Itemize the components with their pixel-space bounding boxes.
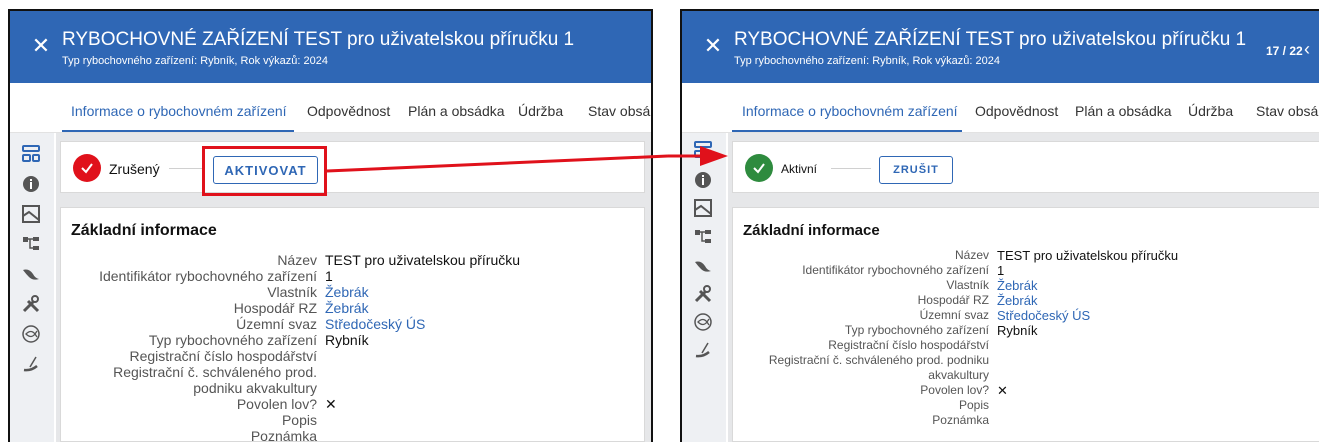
close-icon: ✕	[325, 396, 337, 412]
tab-stav-obsadky[interactable]: Stav obsá	[588, 103, 650, 119]
structure-icon[interactable]	[18, 233, 44, 255]
tab-bar: Informace o rybochovném zařízení Odpověd…	[10, 83, 651, 133]
check-icon	[73, 154, 101, 182]
info-row: Registrační číslo hospodářství	[828, 338, 989, 352]
hierarchy-icon[interactable]	[18, 143, 44, 165]
chevron-left-icon[interactable]: ‹	[1304, 39, 1310, 60]
detail-header: ✕ RYBOCHOVNÉ ZAŘÍZENÍ TEST pro uživatels…	[10, 11, 651, 83]
tab-odpovednost[interactable]: Odpovědnost	[975, 103, 1058, 119]
info-row: Hospodář RZ Žebrák	[917, 293, 1038, 308]
info-row: Vlastník Žebrák	[946, 278, 1038, 293]
bird-icon[interactable]	[18, 263, 44, 285]
tab-udrzba[interactable]: Údržba	[518, 103, 563, 119]
close-icon: ✕	[997, 383, 1008, 398]
tab-stav-obsadky[interactable]: Stav obsá	[1256, 103, 1318, 119]
info-row: Popis	[281, 412, 317, 428]
status-card: Aktivní ZRUŠIT	[732, 141, 1319, 193]
structure-icon[interactable]	[690, 226, 716, 248]
before-screenshot-panel: ✕ RYBOCHOVNÉ ZAŘÍZENÍ TEST pro uživatels…	[8, 9, 653, 442]
tab-plan-obsadka[interactable]: Plán a obsádka	[1075, 103, 1172, 119]
tab-informace[interactable]: Informace o rybochovném zařízení	[742, 103, 958, 119]
section-title: Základní informace	[743, 222, 880, 239]
tab-udrzba[interactable]: Údržba	[1188, 103, 1233, 119]
side-nav	[10, 133, 54, 442]
close-icon[interactable]: ✕	[702, 33, 724, 58]
status-label: Aktivní	[781, 162, 818, 176]
info-row: Název TEST pro uživatelskou příručku	[954, 248, 1179, 263]
basic-info-card: Základní informace Název TEST pro uživate…	[60, 207, 645, 442]
content-area: Zrušený AKTIVOVAT Základní informace Náz…	[56, 133, 651, 442]
tab-bar: Informace o rybochovném zařízení Odpověd…	[682, 83, 1319, 133]
info-row: Identifikátor rybochovného zařízení 1	[802, 263, 1005, 278]
info-row: Povolen lov? ✕	[236, 396, 337, 412]
info-row: Poznámka	[250, 428, 317, 442]
after-screenshot-panel: ✕ RYBOCHOVNÉ ZAŘÍZENÍ TEST pro uživatels…	[680, 9, 1319, 442]
basic-info-card: Základní informace Název TEST pro uživate…	[732, 207, 1319, 442]
status-divider	[831, 168, 871, 169]
page-subtitle: Typ rybochovného zařízení: Rybník, Rok v…	[62, 55, 328, 67]
fishing-icon[interactable]	[18, 353, 44, 375]
info-row: Identifikátor rybochovného zařízení 1	[99, 268, 333, 284]
close-icon[interactable]: ✕	[30, 33, 52, 58]
info-row: Registrační č. schváleného prod. podniku…	[768, 353, 989, 382]
side-nav	[682, 133, 726, 442]
callout-highlight	[202, 146, 327, 196]
map-icon[interactable]	[690, 197, 716, 219]
status-label: Zrušený	[109, 161, 160, 177]
fish-icon[interactable]	[18, 323, 44, 345]
owner-link[interactable]: Žebrák	[989, 278, 1037, 293]
info-row: Hospodář RZ Žebrák	[233, 300, 369, 316]
info-rows: Název TEST pro uživatelskou příručku Iden…	[737, 248, 1178, 428]
hierarchy-icon[interactable]	[690, 139, 716, 161]
info-rows: Název TEST pro uživatelskou příručku Iden…	[65, 252, 520, 442]
territorial-union-link[interactable]: Středočeský ÚS	[989, 308, 1090, 323]
status-divider	[169, 168, 205, 169]
info-row: Typ rybochovného zařízení Rybník	[148, 332, 369, 348]
info-row: Vlastník Žebrák	[267, 284, 369, 300]
info-row: Poznámka	[932, 413, 989, 427]
info-row: Registrační číslo hospodářství	[129, 348, 317, 364]
info-row: Registrační č. schváleného prod. podniku…	[113, 364, 317, 396]
section-title: Základní informace	[71, 222, 217, 239]
info-icon[interactable]	[18, 173, 44, 195]
info-icon[interactable]	[690, 169, 716, 191]
info-row: Popis	[958, 398, 989, 412]
page-subtitle: Typ rybochovného zařízení: Rybník, Rok v…	[734, 55, 1000, 67]
info-row: Název TEST pro uživatelskou příručku	[277, 252, 521, 268]
status-card: Zrušený AKTIVOVAT	[60, 141, 645, 193]
territorial-union-link[interactable]: Středočeský ÚS	[317, 316, 425, 332]
page-title: RYBOCHOVNÉ ZAŘÍZENÍ TEST pro uživatelsko…	[62, 29, 575, 50]
bird-icon[interactable]	[690, 255, 716, 277]
tools-icon[interactable]	[18, 293, 44, 315]
record-pager: 17 / 22	[1266, 44, 1303, 58]
tab-odpovednost[interactable]: Odpovědnost	[307, 103, 390, 119]
check-icon	[745, 154, 773, 182]
manager-link[interactable]: Žebrák	[989, 293, 1037, 308]
info-row: Povolen lov? ✕	[920, 383, 1008, 398]
cancel-button[interactable]: ZRUŠIT	[879, 156, 953, 184]
active-tab-indicator	[732, 130, 962, 132]
map-icon[interactable]	[18, 203, 44, 225]
tab-informace[interactable]: Informace o rybochovném zařízení	[71, 103, 287, 119]
manager-link[interactable]: Žebrák	[317, 300, 369, 316]
info-row: Územní svaz Středočeský ÚS	[236, 316, 426, 332]
fish-icon[interactable]	[690, 311, 716, 333]
detail-header: ✕ RYBOCHOVNÉ ZAŘÍZENÍ TEST pro uživatels…	[682, 11, 1319, 83]
content-area: Aktivní ZRUŠIT Základní informace Název T…	[728, 133, 1319, 442]
active-tab-indicator	[62, 130, 294, 132]
owner-link[interactable]: Žebrák	[317, 284, 369, 300]
tools-icon[interactable]	[690, 283, 716, 305]
tab-plan-obsadka[interactable]: Plán a obsádka	[408, 103, 505, 119]
fishing-icon[interactable]	[690, 339, 716, 361]
info-row: Územní svaz Středočeský ÚS	[919, 308, 1091, 323]
info-row: Typ rybochovného zařízení Rybník	[844, 323, 1038, 338]
page-title: RYBOCHOVNÉ ZAŘÍZENÍ TEST pro uživatelsko…	[734, 29, 1247, 50]
